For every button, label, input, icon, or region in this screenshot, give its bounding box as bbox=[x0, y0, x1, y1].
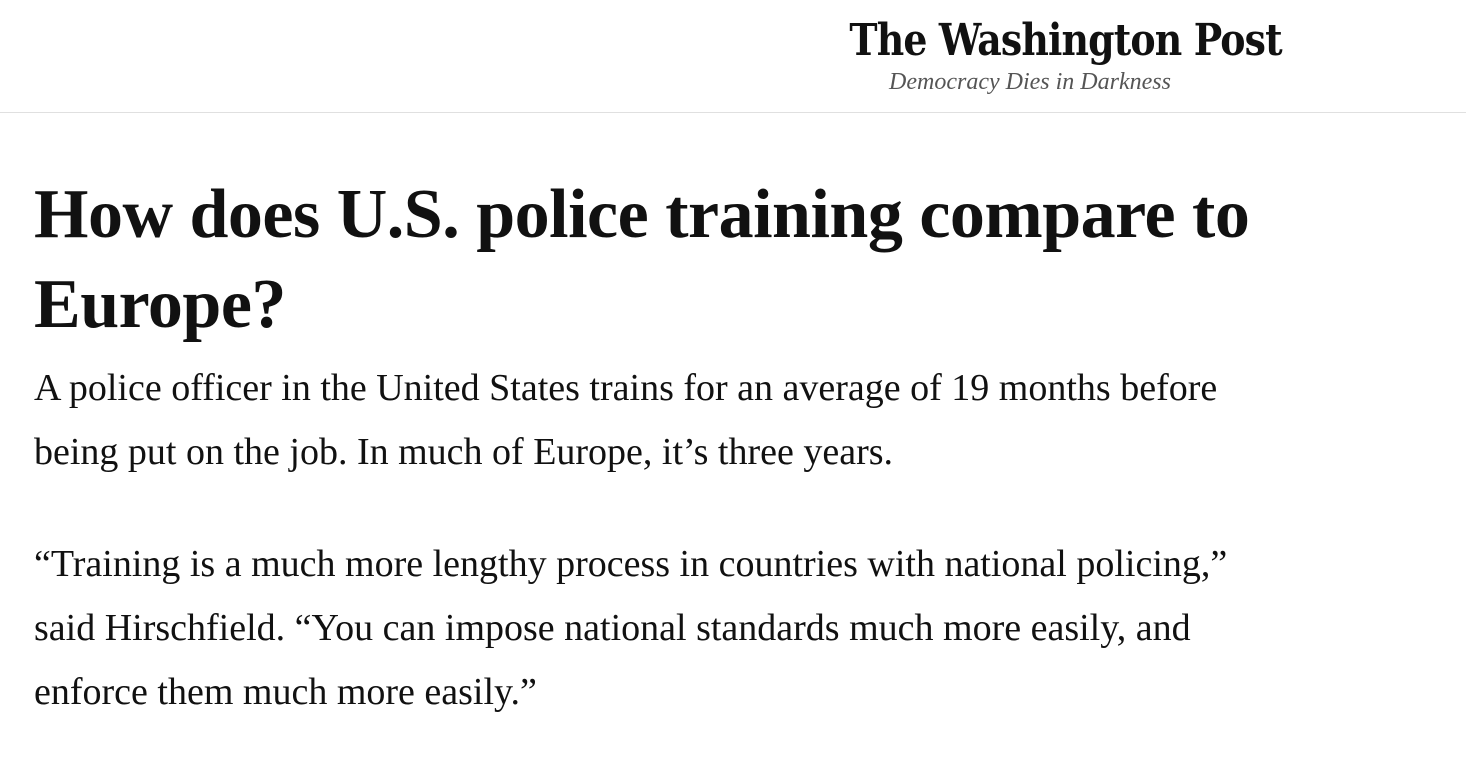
article-body: How does U.S. police training compare to… bbox=[34, 170, 1294, 724]
article-paragraph: A police officer in the United States tr… bbox=[34, 367, 1218, 473]
tagline: Democracy Dies in Darkness bbox=[889, 69, 1171, 95]
masthead: The Washington Post Democracy Dies in Da… bbox=[0, 0, 1466, 113]
article-headline: How does U.S. police training compare to… bbox=[34, 176, 1250, 343]
article-paragraph: “Training is a much more lengthy process… bbox=[34, 543, 1228, 713]
washington-post-logo-link[interactable]: The Washington Post Democracy Dies in Da… bbox=[820, 10, 1282, 95]
washington-post-logo[interactable]: The Washington Post bbox=[849, 10, 1282, 72]
